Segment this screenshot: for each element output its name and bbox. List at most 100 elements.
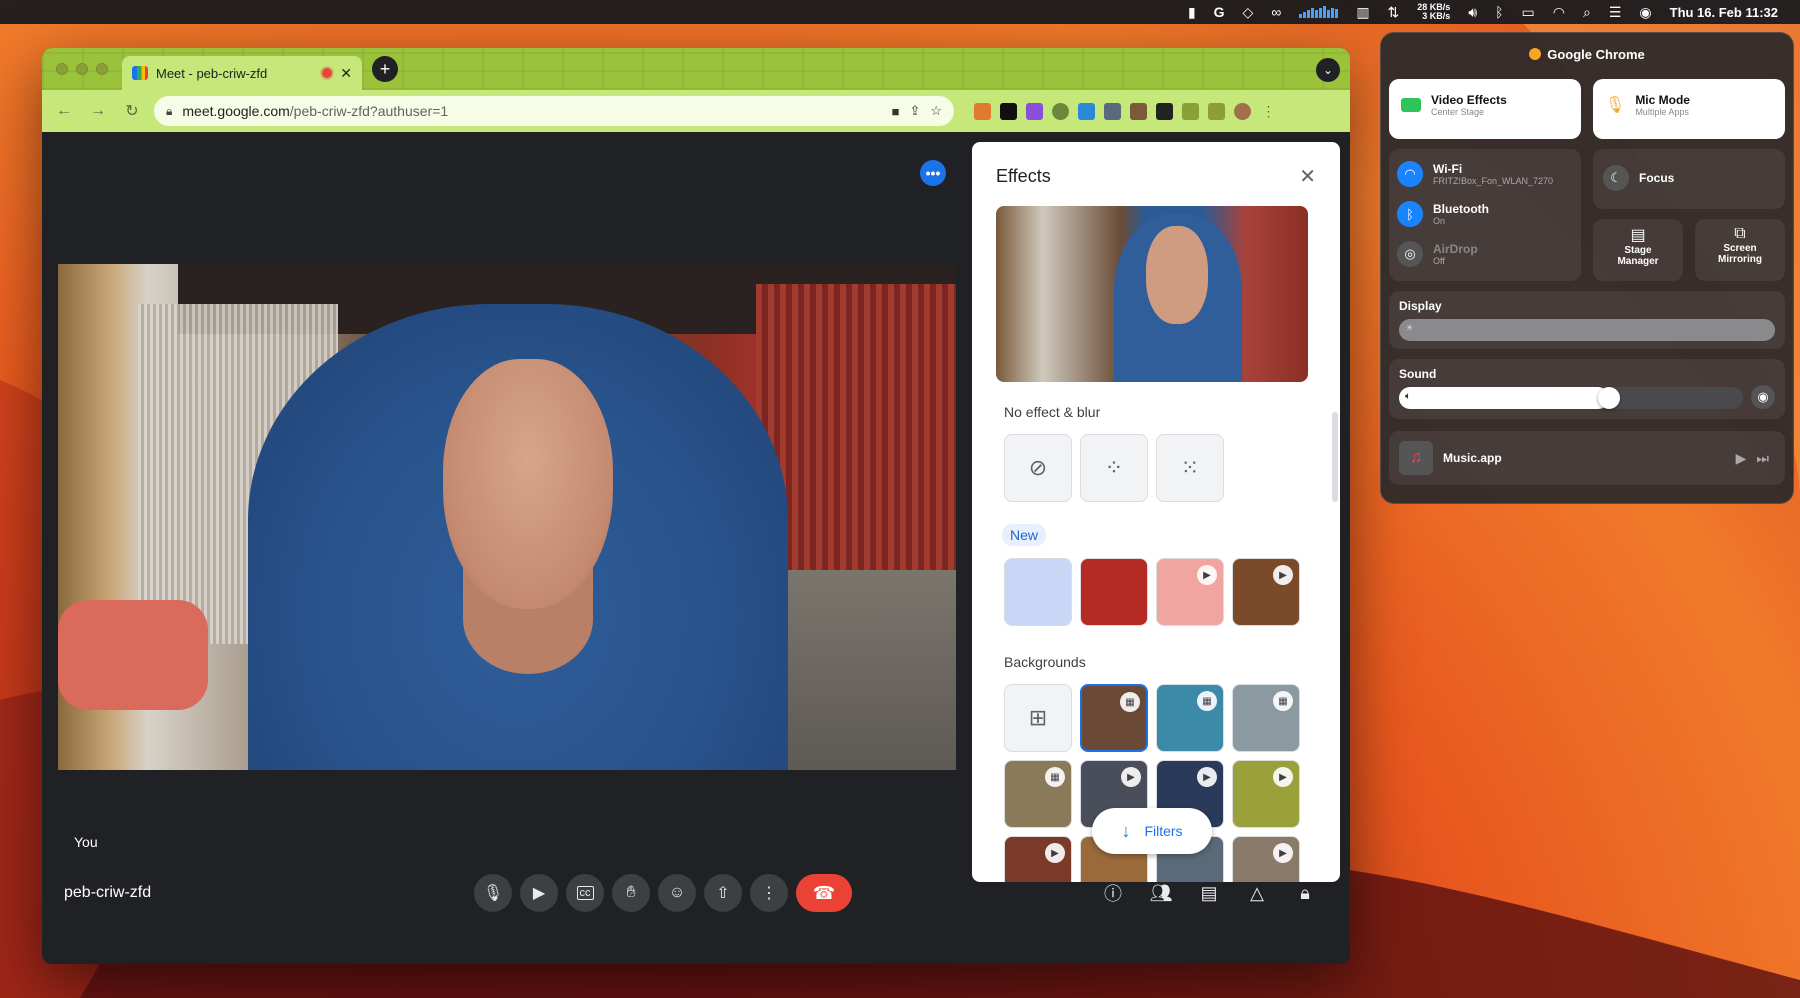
background-room-4[interactable]: ▶ (1232, 836, 1300, 882)
bluetooth-icon[interactable]: ᛒ (1495, 4, 1503, 20)
extension-6-icon[interactable] (1104, 102, 1121, 120)
end-call-button[interactable]: ☎︎ (796, 874, 852, 912)
background-food[interactable]: ▶ (1232, 760, 1300, 828)
background-room-1[interactable]: ▶ (1004, 836, 1072, 882)
volume-icon[interactable]: 🔊︎ (1468, 4, 1477, 21)
forward-button[interactable]: → (86, 102, 110, 120)
bluetooth-icon: ᛒ (1397, 201, 1423, 227)
extension-2-icon[interactable] (1000, 102, 1017, 120)
extension-3-icon[interactable] (1026, 102, 1043, 120)
more-options-button[interactable]: ••• (920, 160, 946, 186)
airplay-audio-icon[interactable]: ◉ (1751, 385, 1775, 409)
animated-icon: ▶ (1121, 767, 1141, 787)
camera-button[interactable]: ▶ (520, 874, 558, 912)
stage-manager-tile[interactable]: ▤ Stage Manager (1593, 219, 1683, 281)
reactions-button[interactable]: ☺ (658, 874, 696, 912)
blur-option[interactable]: ⁙ (1156, 434, 1224, 502)
bluetooth-toggle[interactable]: ᛒ Bluetooth On (1397, 201, 1489, 227)
chrome-menu-icon[interactable]: ⋮ (1260, 103, 1277, 120)
side-panel-icon[interactable] (1208, 102, 1225, 120)
background-lounge[interactable]: ▦ (1080, 684, 1148, 752)
effect-egg[interactable]: ▶ (1232, 558, 1300, 626)
no-effect-option[interactable]: ⊘ (1004, 434, 1072, 502)
tab-meet[interactable]: Meet - peb-criw-zfd ✕ (122, 56, 362, 90)
lock-icon[interactable]: 🔒︎ (166, 104, 172, 119)
now-playing-card[interactable]: ♫ Music.app ▶ ⏭︎ (1389, 431, 1785, 485)
more-actions-button[interactable]: ⋮ (750, 874, 788, 912)
tab-search-button[interactable]: ⌄ (1316, 58, 1340, 82)
spotlight-icon[interactable]: ⌕ (1583, 4, 1591, 21)
google-icon[interactable]: G (1214, 4, 1225, 20)
extensions-puzzle-icon[interactable] (1182, 102, 1199, 120)
sound-knob[interactable] (1598, 387, 1620, 409)
memory-icon[interactable]: ▥ (1356, 4, 1369, 21)
extension-5-icon[interactable] (1078, 102, 1095, 120)
back-button[interactable]: ← (52, 102, 76, 120)
siri-icon[interactable]: ◉ (1639, 4, 1651, 21)
menubar-clock[interactable]: Thu 16. Feb 11:32 (1670, 5, 1778, 20)
reload-button[interactable]: ↻ (120, 101, 144, 121)
close-effects-icon[interactable]: ✕ (1299, 164, 1316, 189)
music-app-icon: ♫ (1399, 441, 1433, 475)
control-center-icon[interactable]: ☰ (1609, 4, 1622, 21)
present-button[interactable]: ⇧ (704, 874, 742, 912)
effect-character-2[interactable] (1080, 558, 1148, 626)
minimize-window-button[interactable] (76, 63, 88, 75)
new-tab-button[interactable]: + (372, 56, 398, 82)
play-icon[interactable]: ▶ (1736, 450, 1747, 467)
filters-button[interactable]: ↓ Filters (1092, 808, 1212, 854)
wifi-toggle[interactable]: ◠ Wi-Fi FRITZ!Box_Fon_WLAN_7270 (1397, 161, 1553, 187)
focus-tile[interactable]: ☾ Focus (1593, 149, 1785, 209)
wifi-network: FRITZ!Box_Fon_WLAN_7270 (1433, 176, 1554, 186)
sidebar-icon[interactable]: ▮ (1188, 4, 1196, 21)
mic-mode-tile[interactable]: 🎙︎ Mic Mode Multiple Apps (1593, 79, 1785, 139)
extension-7-icon[interactable] (1130, 102, 1147, 120)
mic-button[interactable]: 🎙︎ (474, 874, 512, 912)
glasses-icon[interactable]: ∞ (1271, 4, 1281, 20)
extension-1-icon[interactable] (974, 102, 991, 120)
background-pool[interactable]: ▦ (1156, 684, 1224, 752)
meeting-code[interactable]: peb-criw-zfd (64, 884, 151, 902)
upload-background-option[interactable]: ⊞ (1004, 684, 1072, 752)
battery-icon[interactable]: ▭ (1522, 4, 1535, 21)
camera-in-use-icon[interactable]: ■ (892, 104, 900, 119)
skip-forward-icon[interactable]: ⏭︎ (1756, 450, 1769, 467)
background-office[interactable]: ▦ (1232, 684, 1300, 752)
effect-character-1[interactable] (1004, 558, 1072, 626)
address-bar[interactable]: 🔒︎ meet.google.com/peb-criw-zfd?authuser… (154, 96, 954, 126)
extension-8-icon[interactable] (1156, 102, 1173, 120)
moon-icon: ☾ (1603, 165, 1629, 191)
slight-blur-option[interactable]: ⁘ (1080, 434, 1148, 502)
filters-label: Filters (1144, 823, 1183, 839)
cpu-graph-icon[interactable] (1299, 6, 1339, 18)
screen-mirroring-tile[interactable]: ⧉ Screen Mirroring (1695, 219, 1785, 281)
video-camera-icon (1401, 98, 1421, 112)
raise-hand-button[interactable]: ✋︎ (612, 874, 650, 912)
video-effects-tile[interactable]: Video Effects Center Stage (1389, 79, 1581, 139)
wifi-icon[interactable]: ◠ (1553, 4, 1565, 21)
close-window-button[interactable] (56, 63, 68, 75)
zoom-window-button[interactable] (96, 63, 108, 75)
effects-scrollbar[interactable] (1332, 412, 1338, 502)
video-effects-subtitle: Center Stage (1431, 107, 1485, 117)
effect-hearts[interactable]: ▶ (1156, 558, 1224, 626)
tab-close-icon[interactable]: ✕ (340, 65, 352, 82)
url-text[interactable]: meet.google.com/peb-criw-zfd?authuser=1 (182, 103, 881, 119)
sound-volume-slider[interactable]: 🔈︎ (1399, 387, 1743, 409)
transfer-icon[interactable]: ⇅ (1388, 4, 1400, 21)
network-speed[interactable]: 28 KB/s 3 KB/s (1417, 3, 1450, 21)
animated-icon: ▶ (1273, 767, 1293, 787)
extension-4-icon[interactable] (1052, 102, 1069, 120)
info-icon: ⓘ (1104, 884, 1122, 904)
control-center: Google Chrome Video Effects Center Stage… (1380, 32, 1794, 504)
background-library[interactable]: ▦ (1004, 760, 1072, 828)
captions-button[interactable]: cc (566, 874, 604, 912)
diamond-icon[interactable]: ◇ (1243, 4, 1254, 21)
display-brightness-slider[interactable]: ☀ (1399, 319, 1775, 341)
share-icon[interactable]: ⇪ (909, 103, 920, 119)
bookmark-star-icon[interactable]: ☆ (930, 103, 942, 119)
profile-avatar[interactable] (1234, 102, 1251, 120)
airdrop-toggle[interactable]: ◎ AirDrop Off (1397, 241, 1478, 267)
section-backgrounds: Backgrounds (1004, 654, 1086, 670)
preview-face (1146, 226, 1208, 324)
